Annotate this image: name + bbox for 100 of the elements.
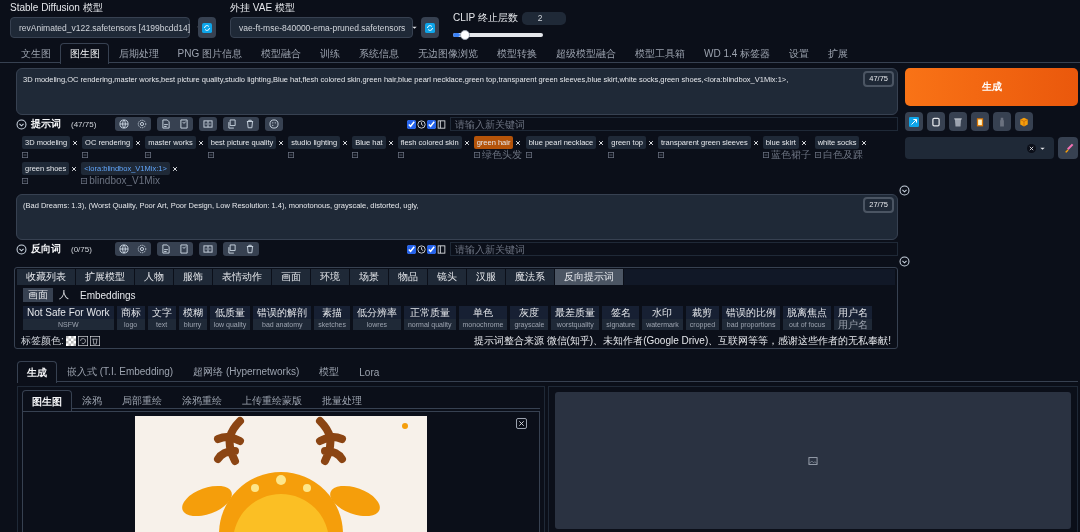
tab[interactable]: 训练 (310, 43, 350, 63)
refresh-icon (202, 22, 212, 33)
tab[interactable]: 汉服 (467, 269, 506, 285)
tab[interactable]: Embeddings (75, 288, 141, 302)
collapse-icon (16, 118, 27, 130)
tab[interactable]: 无边图像浏览 (408, 43, 488, 63)
tab[interactable]: 环境 (311, 269, 350, 285)
number-field[interactable]: 2 (521, 11, 566, 25)
tab[interactable]: 场景 (350, 269, 389, 285)
bottle-icon (997, 116, 1007, 127)
close-icon (135, 139, 142, 146)
tab[interactable]: 物品 (389, 269, 428, 285)
translate-icon (525, 151, 532, 158)
expand-button[interactable] (905, 112, 923, 131)
checkbox[interactable] (407, 119, 416, 129)
close-icon (515, 139, 522, 146)
frame-icon (437, 119, 446, 129)
token-count: (47/75) (71, 119, 98, 129)
tab[interactable]: 人 (54, 288, 74, 302)
expand-icon (899, 255, 910, 267)
close-icon (197, 139, 204, 146)
tab[interactable]: 反向提示词 (555, 269, 624, 285)
tab[interactable]: Lora (349, 361, 390, 382)
keyword-field[interactable]: 请输入新关键词 (450, 117, 898, 131)
refresh-button[interactable] (198, 17, 216, 38)
tab[interactable]: 模型融合 (251, 43, 311, 63)
translate-icon (22, 177, 28, 184)
checkbox[interactable] (407, 244, 416, 254)
translate-icon (658, 151, 664, 158)
tab[interactable]: 模型转换 (487, 43, 547, 63)
remove-image-button[interactable] (516, 418, 527, 429)
globe-icon (119, 244, 129, 254)
tab[interactable]: 表情动作 (213, 269, 272, 285)
frame-icon (437, 244, 446, 254)
checkbox[interactable] (427, 119, 436, 129)
translate-icon (82, 151, 89, 158)
tab[interactable]: 扩展模型 (76, 269, 135, 285)
tab[interactable]: 画面 (272, 269, 311, 285)
image-icon (808, 455, 818, 466)
tab[interactable]: 超网络 (Hypernetworks) (183, 361, 310, 382)
tab[interactable]: WD 1.4 标签器 (694, 43, 780, 63)
checkbox[interactable] (427, 244, 436, 254)
tab[interactable]: 图生图 (60, 43, 109, 64)
refresh-icon (77, 336, 88, 346)
tab[interactable]: 涂鸦重绘 (172, 390, 232, 411)
tab[interactable]: 图生图 (22, 390, 72, 412)
close-icon (861, 139, 868, 146)
tab[interactable]: 设置 (779, 43, 819, 63)
tab[interactable]: 人物 (135, 269, 174, 285)
clipboard-button[interactable] (971, 112, 989, 131)
tab[interactable]: 批量处理 (312, 390, 372, 411)
slider-thumb[interactable] (460, 30, 471, 40)
checker-icon (65, 336, 76, 346)
translate-icon (352, 151, 359, 158)
brush-button[interactable] (1058, 137, 1078, 159)
tab[interactable]: 嵌入式 (T.I. Embedding) (57, 361, 184, 382)
tab[interactable]: 生成 (17, 361, 57, 383)
clip-slider[interactable] (453, 33, 543, 37)
close-icon (342, 139, 349, 146)
field-label: Stable Diffusion 模型 (10, 1, 104, 15)
tab[interactable]: 镜头 (428, 269, 467, 285)
tab[interactable]: 系统信息 (349, 43, 409, 63)
translate-icon (81, 177, 88, 184)
close-icon (71, 165, 78, 172)
trash-icon (89, 336, 100, 346)
close-icon (518, 420, 525, 427)
tab[interactable]: 扩展 (818, 43, 858, 63)
tab[interactable]: 后期处理 (109, 43, 168, 63)
square-icon (931, 116, 941, 127)
keyword-field[interactable]: 请输入新关键词 (450, 242, 898, 256)
image-upload-area[interactable] (22, 411, 540, 532)
tab[interactable]: PNG 图片信息 (168, 43, 252, 63)
tab[interactable]: 模型工具箱 (625, 43, 695, 63)
token-count: (0/75) (71, 244, 93, 254)
tab[interactable]: 模型 (309, 361, 350, 382)
tab[interactable]: 超级模型融合 (546, 43, 626, 63)
tab[interactable]: 收藏列表 (17, 269, 76, 285)
tab[interactable]: 画面 (23, 288, 53, 302)
tab[interactable]: 服饰 (174, 269, 213, 285)
close-icon (463, 139, 470, 146)
translate-icon (762, 151, 769, 158)
expand-icon (899, 184, 910, 196)
tab[interactable]: 文生图 (11, 43, 60, 63)
timer-icon (417, 244, 426, 254)
document-icon (161, 244, 171, 254)
section-label: 提示词 (31, 117, 61, 131)
tab[interactable]: 上传重绘蒙版 (232, 390, 312, 411)
square-button[interactable] (927, 112, 945, 131)
copy-icon (227, 244, 237, 254)
trash-button[interactable] (949, 112, 967, 131)
tab[interactable]: 局部重绘 (112, 390, 172, 411)
translate-icon (608, 151, 615, 158)
refresh-icon (425, 22, 435, 33)
refresh-button[interactable] (421, 17, 439, 38)
box-button[interactable] (1015, 112, 1033, 131)
tab[interactable]: 魔法系 (506, 269, 555, 285)
tab[interactable]: 涂鸦 (72, 390, 112, 411)
gear-icon (137, 119, 147, 129)
bottle-button[interactable] (993, 112, 1011, 131)
field-label: 外挂 VAE 模型 (230, 1, 296, 15)
